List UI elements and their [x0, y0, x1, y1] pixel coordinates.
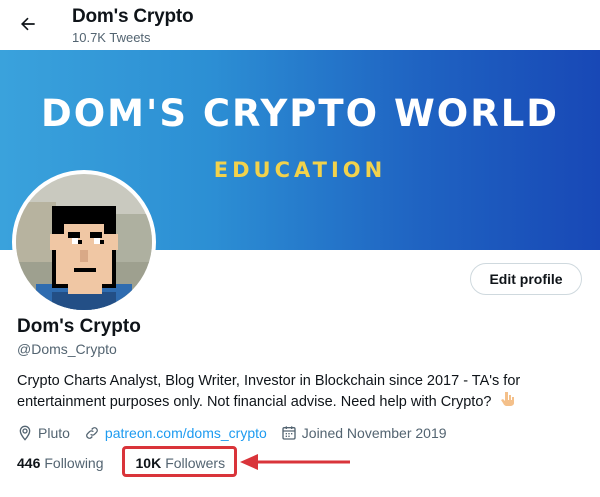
followers-highlight-box [122, 446, 237, 477]
website-link[interactable]: patreon.com/doms_crypto [105, 425, 267, 441]
profile-bio: Crypto Charts Analyst, Blog Writer, Inve… [17, 371, 587, 413]
back-arrow-icon [21, 17, 35, 31]
edit-profile-button[interactable]: Edit profile [470, 263, 582, 295]
point-down-hand-icon [500, 391, 516, 413]
pixel-portrait-image [16, 174, 152, 310]
bio-text: Crypto Charts Analyst, Blog Writer, Inve… [17, 373, 521, 410]
location: Pluto [17, 425, 70, 441]
avatar[interactable] [12, 170, 156, 314]
profile-name: Dom's Crypto [17, 316, 141, 337]
annotation-arrow-icon [240, 454, 350, 470]
banner-title: DOM'S CRYPTO WORLD [41, 92, 559, 135]
website[interactable]: patreon.com/doms_crypto [84, 425, 267, 441]
location-pin-icon [19, 425, 31, 441]
profile-meta: Pluto patreon.com/doms_crypto Joined Nov… [17, 423, 461, 443]
top-bar: Dom's Crypto 10.7K Tweets [0, 0, 600, 50]
join-date-text: Joined November 2019 [301, 425, 447, 441]
back-button[interactable] [14, 10, 42, 38]
profile-handle: @Doms_Crypto [17, 341, 117, 357]
link-icon [86, 427, 98, 439]
page-title: Dom's Crypto [72, 6, 194, 27]
following-count: 446 [17, 455, 41, 471]
tweet-count: 10.7K Tweets [72, 30, 151, 45]
location-text: Pluto [38, 425, 70, 441]
calendar-icon [282, 426, 296, 440]
following-label: Following [44, 455, 104, 471]
join-date: Joined November 2019 [281, 425, 447, 441]
following-link[interactable]: 446 Following [17, 455, 104, 471]
